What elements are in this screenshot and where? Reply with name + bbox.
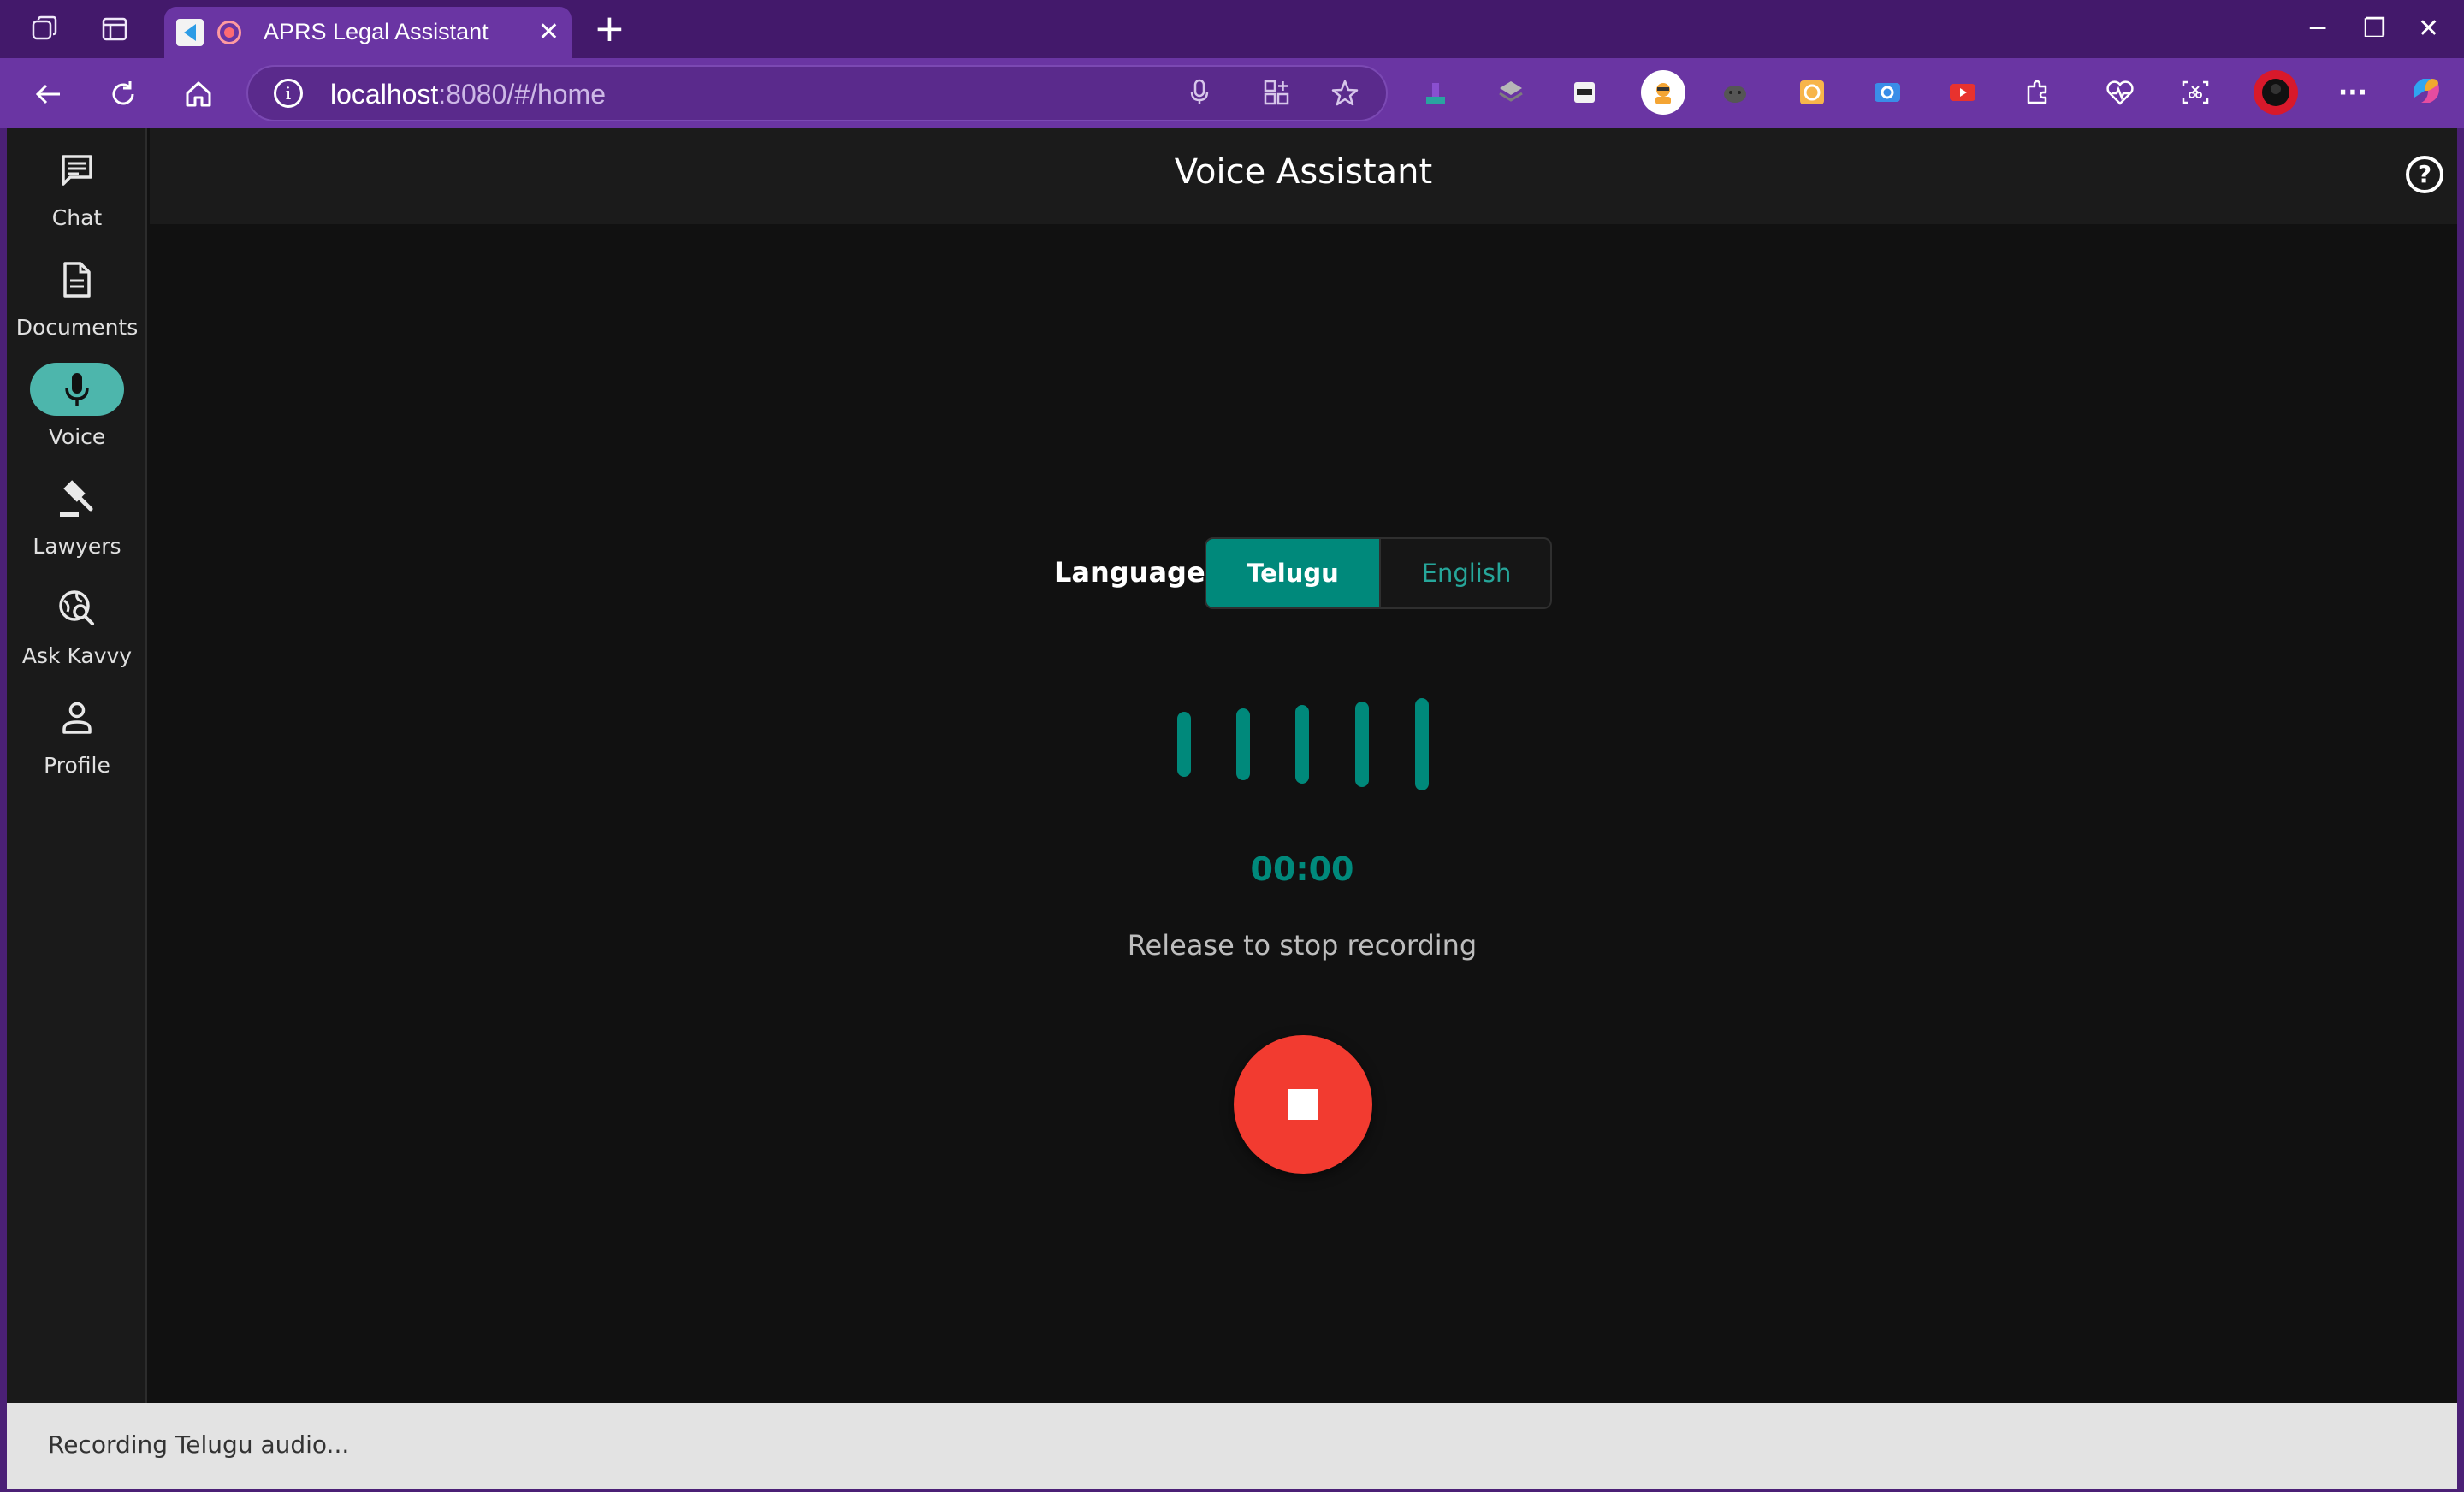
copilot-icon[interactable] [2408, 72, 2445, 110]
extensions-puzzle-icon[interactable] [2019, 74, 2057, 111]
extension-layers-icon[interactable] [1492, 74, 1530, 111]
browser-essentials-icon[interactable] [2101, 74, 2139, 111]
language-option-telugu[interactable]: Telugu [1206, 539, 1379, 607]
gavel-icon [30, 472, 124, 525]
more-options-icon[interactable]: ··· [2334, 74, 2372, 111]
tab-strip: APRS Legal Assistant ✕ + ─ ❐ ✕ [0, 0, 2464, 58]
language-option-english[interactable]: English [1379, 539, 1550, 607]
tab-actions-icon[interactable] [98, 12, 132, 46]
minimize-button[interactable]: ─ [2310, 10, 2325, 48]
extension-mole-icon[interactable] [1716, 74, 1754, 111]
sidebar-nav: Chat Documents Voice Lawyers Ask Kavvy P… [7, 128, 147, 1403]
sidebar-item-profile[interactable]: Profile [7, 676, 147, 785]
sidebar-item-label: Voice [48, 424, 106, 449]
person-icon [30, 691, 124, 744]
close-tab-icon[interactable]: ✕ [538, 17, 560, 48]
browser-window: APRS Legal Assistant ✕ + ─ ❐ ✕ i localho… [0, 0, 2464, 1492]
waveform-bar [1177, 712, 1191, 777]
mic-icon[interactable] [1182, 79, 1217, 113]
stop-icon [1288, 1089, 1318, 1120]
sidebar-item-label: Chat [51, 205, 103, 230]
close-window-button[interactable]: ✕ [2418, 10, 2439, 48]
recording-hint: Release to stop recording [1127, 929, 1478, 962]
favorite-star-icon[interactable] [1328, 79, 1362, 113]
waveform-bar [1236, 708, 1250, 780]
search-globe-icon [30, 582, 124, 635]
restore-button[interactable]: ❐ [2363, 10, 2386, 48]
audio-waveform [1177, 693, 1434, 796]
status-snackbar: Recording Telugu audio... [7, 1403, 2457, 1489]
sidebar-item-label: Ask Kavvy [21, 643, 133, 668]
extension-spy-icon[interactable] [1641, 70, 1685, 115]
home-icon[interactable] [176, 72, 221, 116]
app-available-icon[interactable] [1259, 79, 1294, 113]
app-viewport: Chat Documents Voice Lawyers Ask Kavvy P… [7, 128, 2457, 1489]
extension-video-icon[interactable] [1944, 74, 1981, 111]
waveform-bar [1415, 698, 1429, 790]
extension-stamp-icon[interactable] [1417, 74, 1454, 111]
extension-mask-icon[interactable] [1566, 74, 1603, 111]
chat-icon [30, 144, 124, 197]
mic-icon [30, 363, 124, 416]
back-icon[interactable] [26, 72, 70, 116]
language-label: Language: [1054, 556, 1217, 589]
url-path: :8080/#/home [438, 79, 606, 110]
sidebar-item-chat[interactable]: Chat [7, 128, 147, 238]
sidebar-item-documents[interactable]: Documents [7, 238, 147, 347]
stop-recording-button[interactable] [1234, 1035, 1372, 1174]
sidebar-item-voice[interactable]: Voice [7, 347, 147, 457]
site-info-icon[interactable]: i [274, 79, 303, 108]
extension-clock-icon[interactable] [1793, 74, 1831, 111]
workspaces-icon[interactable] [27, 12, 62, 46]
tab-title: APRS Legal Assistant [264, 19, 489, 44]
waveform-bar [1355, 702, 1369, 787]
sidebar-item-label: Lawyers [33, 534, 121, 559]
tab-active[interactable]: APRS Legal Assistant ✕ [164, 7, 572, 58]
document-icon [30, 253, 124, 306]
refresh-icon[interactable] [101, 72, 145, 116]
recording-timer: 00:00 [1250, 850, 1354, 888]
screenshot-icon[interactable] [2177, 74, 2214, 111]
language-toggle: Telugu English [1205, 537, 1552, 609]
url-host: localhost [330, 79, 439, 110]
recording-indicator-icon [217, 21, 241, 44]
app-header: Voice Assistant ? [150, 128, 2457, 224]
address-bar[interactable]: i localhost:8080/#/home [246, 65, 1388, 121]
flutter-favicon-icon [176, 19, 204, 46]
page-title: Voice Assistant [1174, 152, 1433, 192]
help-icon[interactable]: ? [2406, 156, 2443, 193]
sidebar-item-lawyers[interactable]: Lawyers [7, 457, 147, 566]
waveform-bar [1295, 705, 1309, 784]
sidebar-item-label: Documents [15, 315, 139, 340]
snackbar-message: Recording Telugu audio... [48, 1430, 350, 1459]
sidebar-item-ask-kavvy[interactable]: Ask Kavvy [7, 566, 147, 676]
profile-avatar[interactable] [2254, 70, 2298, 115]
new-tab-button[interactable]: + [594, 10, 625, 48]
extension-screen-icon[interactable] [1869, 74, 1906, 111]
url-text: localhost:8080/#/home [330, 79, 606, 110]
navigation-bar: i localhost:8080/#/home ··· [0, 58, 2464, 128]
sidebar-item-label: Profile [44, 753, 110, 778]
